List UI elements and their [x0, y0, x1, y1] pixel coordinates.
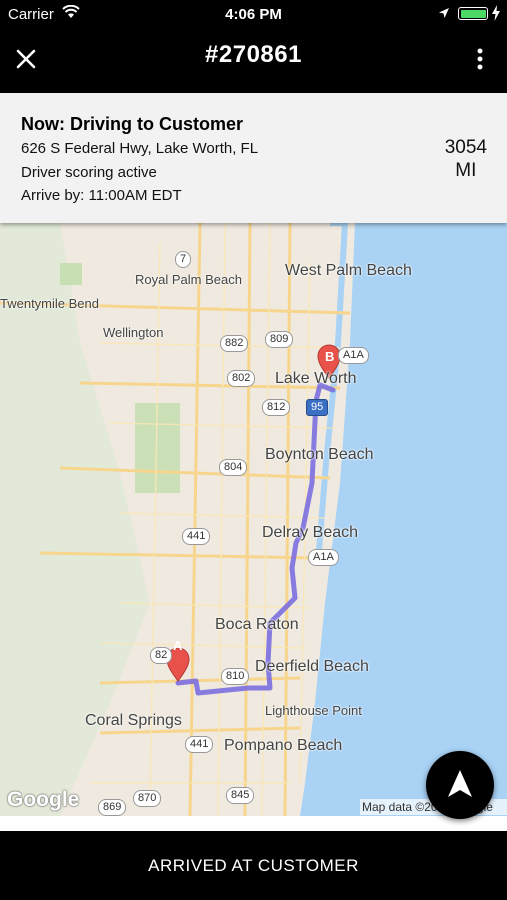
job-status: Now: Driving to Customer: [21, 114, 244, 134]
battery-icon: [458, 7, 488, 20]
marker-b-label: B: [325, 349, 335, 364]
distance-display: 3054 MI: [445, 136, 487, 182]
road-shield: 82: [150, 647, 173, 664]
arrive-by: Arrive by: 11:00AM EDT: [21, 187, 182, 204]
place-boca: Boca Raton: [215, 616, 299, 633]
navigation-arrow-icon: [448, 770, 472, 797]
interstate-shield: 95: [306, 399, 329, 416]
nav-bar: #270861: [0, 30, 507, 93]
road-shield: A1A: [308, 549, 339, 566]
place-lighthouse: Lighthouse Point: [265, 703, 362, 718]
road-shield: 7: [175, 251, 192, 268]
status-bar: Carrier 4:06 PM: [0, 0, 507, 30]
road-shield: 812: [262, 399, 291, 416]
divider: [0, 816, 507, 831]
place-coral-springs: Coral Springs: [85, 712, 182, 729]
job-info-card: Now: Driving to Customer 626 S Federal H…: [0, 93, 507, 223]
road-shield: 441: [182, 528, 211, 545]
distance-unit: MI: [455, 160, 477, 181]
scoring-status: Driver scoring active: [21, 164, 157, 181]
road-shield: 870: [133, 790, 162, 807]
place-delray: Delray Beach: [262, 524, 359, 541]
arrived-at-customer-button[interactable]: ARRIVED AT CUSTOMER: [0, 831, 507, 900]
road-shield: 804: [219, 459, 248, 476]
place-pompano: Pompano Beach: [224, 737, 343, 754]
map-canvas: [0, 223, 507, 816]
road-shield: 845: [226, 787, 255, 804]
location-arrow-icon: [438, 6, 450, 23]
place-deerfield: Deerfield Beach: [255, 658, 369, 675]
place-royal-palm: Royal Palm Beach: [135, 272, 242, 287]
place-lake-worth: Lake Worth: [275, 370, 357, 387]
road-shield: 802: [227, 370, 256, 387]
road-shield: 810: [221, 668, 250, 685]
place-west-palm: West Palm Beach: [285, 262, 412, 279]
charging-bolt-icon: [492, 5, 500, 25]
destination-address: 626 S Federal Hwy, Lake Worth, FL: [21, 140, 259, 157]
place-twentymile: Twentymile Bend: [0, 296, 99, 311]
page-title: #270861: [205, 41, 302, 68]
distance-value: 3054: [444, 137, 487, 158]
clock: 4:06 PM: [225, 6, 282, 23]
google-logo: Google: [7, 788, 80, 811]
marker-a-label: A: [173, 638, 183, 653]
road-shield: 441: [185, 736, 214, 753]
road-shield: 882: [220, 335, 249, 352]
route-map[interactable]: West Palm Beach Royal Palm Beach Twentym…: [0, 223, 507, 816]
place-boynton: Boynton Beach: [265, 446, 374, 463]
road-shield: A1A: [338, 347, 369, 364]
navigate-button[interactable]: [426, 751, 494, 819]
more-options-icon[interactable]: [470, 48, 490, 72]
place-wellington: Wellington: [103, 325, 164, 340]
road-shield: 809: [265, 331, 294, 348]
road-shield: 869: [98, 799, 127, 816]
